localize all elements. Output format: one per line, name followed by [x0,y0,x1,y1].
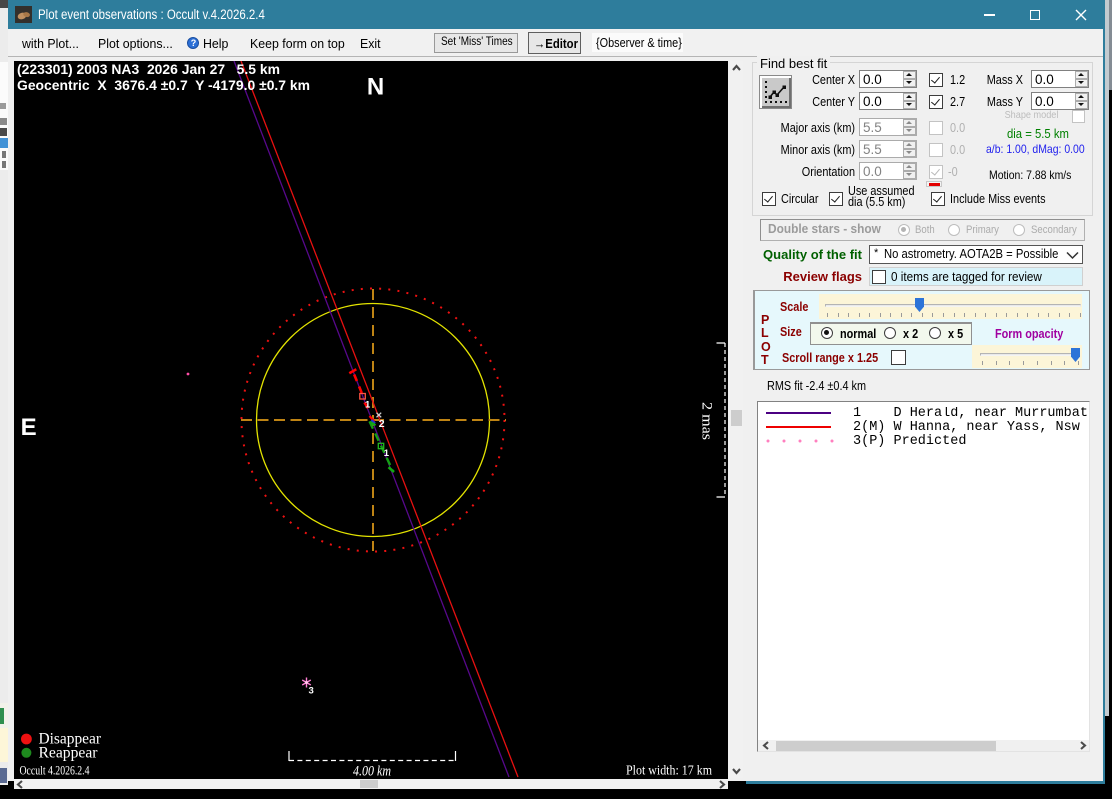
svg-text:E: E [21,414,37,441]
svg-text:Reappear: Reappear [39,745,99,762]
svg-text:2: 2 [379,418,385,430]
svg-text:N: N [367,74,384,101]
svg-text:2 mas: 2 mas [699,402,715,440]
svg-text:Geocentric X 3676.4 ±0.7 Y: Geocentric X 3676.4 ±0.7 Y -4179.0 ±0.7 … [17,77,310,93]
svg-text:1: 1 [384,448,390,459]
svg-text:3: 3 [309,686,314,697]
svg-text:Occult 4.2026.2.4: Occult 4.2026.2.4 [20,764,91,778]
svg-text:1: 1 [365,400,371,411]
svg-text:Plot width: 17 km: Plot width: 17 km [626,764,712,779]
svg-text:(223301) 2003 NA3 2026 Jan 27: (223301) 2003 NA3 2026 Jan 27 5.5 km [17,61,280,77]
svg-text:4.00 km: 4.00 km [353,764,391,780]
